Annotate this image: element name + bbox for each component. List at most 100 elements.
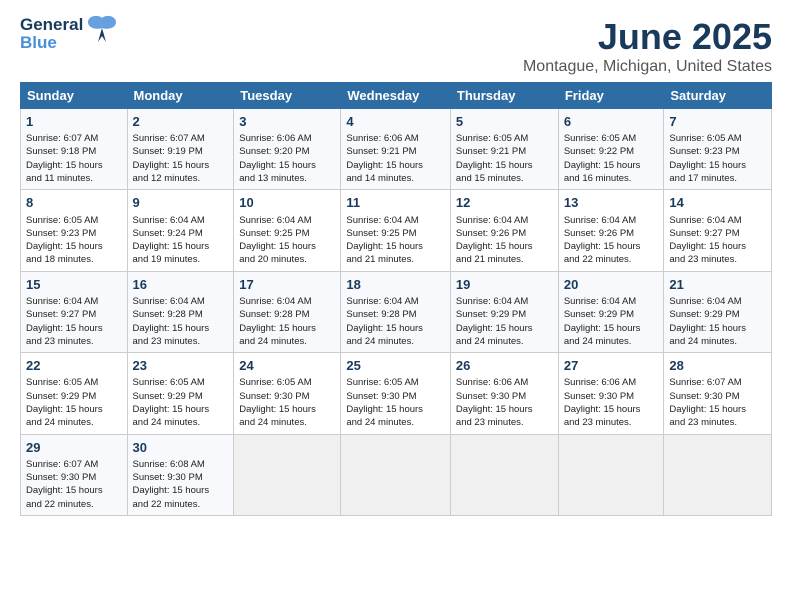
- calendar-cell: 19Sunrise: 6:04 AMSunset: 9:29 PMDayligh…: [450, 271, 558, 352]
- day-info-line: Sunset: 9:30 PM: [564, 390, 659, 403]
- day-number: 4: [346, 113, 445, 131]
- day-info-line: Daylight: 15 hours: [346, 240, 445, 253]
- calendar-week-3: 15Sunrise: 6:04 AMSunset: 9:27 PMDayligh…: [21, 271, 772, 352]
- day-number: 13: [564, 194, 659, 212]
- day-info-line: and 21 minutes.: [456, 253, 553, 266]
- day-number: 1: [26, 113, 122, 131]
- day-info-line: Sunrise: 6:04 AM: [346, 295, 445, 308]
- day-info-line: and 17 minutes.: [669, 172, 766, 185]
- day-info-line: and 23 minutes.: [26, 335, 122, 348]
- calendar-cell: 3Sunrise: 6:06 AMSunset: 9:20 PMDaylight…: [234, 109, 341, 190]
- day-number: 30: [133, 439, 229, 457]
- day-info-line: Sunset: 9:29 PM: [669, 308, 766, 321]
- day-info-line: Daylight: 15 hours: [669, 159, 766, 172]
- logo-line1: General: [20, 16, 83, 34]
- day-info-line: Daylight: 15 hours: [133, 159, 229, 172]
- day-info-line: and 18 minutes.: [26, 253, 122, 266]
- day-info-line: Daylight: 15 hours: [456, 322, 553, 335]
- day-info-line: Daylight: 15 hours: [456, 159, 553, 172]
- day-number: 7: [669, 113, 766, 131]
- day-info-line: Sunset: 9:20 PM: [239, 145, 335, 158]
- day-info-line: and 16 minutes.: [564, 172, 659, 185]
- day-info-line: Sunrise: 6:06 AM: [346, 132, 445, 145]
- day-info-line: Sunset: 9:27 PM: [669, 227, 766, 240]
- day-info-line: Sunset: 9:25 PM: [346, 227, 445, 240]
- calendar-cell: 27Sunrise: 6:06 AMSunset: 9:30 PMDayligh…: [558, 353, 664, 434]
- day-info-line: Daylight: 15 hours: [564, 159, 659, 172]
- day-info-line: Sunset: 9:27 PM: [26, 308, 122, 321]
- day-info-line: Daylight: 15 hours: [346, 159, 445, 172]
- day-info-line: Sunset: 9:21 PM: [456, 145, 553, 158]
- calendar-cell: 7Sunrise: 6:05 AMSunset: 9:23 PMDaylight…: [664, 109, 772, 190]
- calendar-cell: 9Sunrise: 6:04 AMSunset: 9:24 PMDaylight…: [127, 190, 234, 271]
- day-info-line: Sunrise: 6:07 AM: [26, 132, 122, 145]
- day-info-line: and 24 minutes.: [346, 416, 445, 429]
- day-number: 27: [564, 357, 659, 375]
- day-info-line: Sunrise: 6:08 AM: [133, 458, 229, 471]
- day-info-line: and 24 minutes.: [669, 335, 766, 348]
- subtitle: Montague, Michigan, United States: [523, 58, 772, 76]
- day-info-line: and 24 minutes.: [346, 335, 445, 348]
- day-info-line: Sunset: 9:23 PM: [669, 145, 766, 158]
- main-title: June 2025: [523, 16, 772, 58]
- day-info-line: Daylight: 15 hours: [456, 403, 553, 416]
- calendar-cell: 14Sunrise: 6:04 AMSunset: 9:27 PMDayligh…: [664, 190, 772, 271]
- day-info-line: Sunrise: 6:04 AM: [669, 214, 766, 227]
- day-info-line: Sunset: 9:28 PM: [346, 308, 445, 321]
- header-row: Sunday Monday Tuesday Wednesday Thursday…: [21, 83, 772, 109]
- day-info-line: and 19 minutes.: [133, 253, 229, 266]
- day-info-line: Sunset: 9:28 PM: [133, 308, 229, 321]
- col-saturday: Saturday: [664, 83, 772, 109]
- day-info-line: Sunrise: 6:05 AM: [346, 376, 445, 389]
- day-info-line: Sunset: 9:30 PM: [239, 390, 335, 403]
- calendar-week-1: 1Sunrise: 6:07 AMSunset: 9:18 PMDaylight…: [21, 109, 772, 190]
- day-info-line: and 20 minutes.: [239, 253, 335, 266]
- day-info-line: Daylight: 15 hours: [26, 240, 122, 253]
- calendar-cell: 12Sunrise: 6:04 AMSunset: 9:26 PMDayligh…: [450, 190, 558, 271]
- day-number: 8: [26, 194, 122, 212]
- day-info-line: and 22 minutes.: [133, 498, 229, 511]
- day-info-line: Sunset: 9:22 PM: [564, 145, 659, 158]
- day-info-line: Sunset: 9:23 PM: [26, 227, 122, 240]
- calendar-cell: 28Sunrise: 6:07 AMSunset: 9:30 PMDayligh…: [664, 353, 772, 434]
- logo: General Blue: [20, 16, 118, 52]
- calendar-cell: 6Sunrise: 6:05 AMSunset: 9:22 PMDaylight…: [558, 109, 664, 190]
- page: General Blue June 2025 Montague, Michiga…: [0, 0, 792, 612]
- day-info-line: Sunset: 9:30 PM: [456, 390, 553, 403]
- day-info-line: Daylight: 15 hours: [564, 240, 659, 253]
- calendar-cell: 16Sunrise: 6:04 AMSunset: 9:28 PMDayligh…: [127, 271, 234, 352]
- day-number: 12: [456, 194, 553, 212]
- day-info-line: Sunset: 9:24 PM: [133, 227, 229, 240]
- day-info-line: Sunrise: 6:07 AM: [133, 132, 229, 145]
- day-info-line: Sunset: 9:30 PM: [133, 471, 229, 484]
- day-info-line: Sunset: 9:25 PM: [239, 227, 335, 240]
- day-info-line: Daylight: 15 hours: [26, 484, 122, 497]
- day-info-line: Daylight: 15 hours: [239, 322, 335, 335]
- day-info-line: Sunrise: 6:04 AM: [564, 214, 659, 227]
- day-info-line: and 23 minutes.: [564, 416, 659, 429]
- day-info-line: and 24 minutes.: [564, 335, 659, 348]
- calendar-table: Sunday Monday Tuesday Wednesday Thursday…: [20, 82, 772, 516]
- day-info-line: Daylight: 15 hours: [133, 240, 229, 253]
- day-info-line: Sunrise: 6:05 AM: [564, 132, 659, 145]
- day-number: 24: [239, 357, 335, 375]
- day-info-line: Daylight: 15 hours: [26, 322, 122, 335]
- day-info-line: Sunrise: 6:04 AM: [133, 214, 229, 227]
- day-info-line: and 24 minutes.: [239, 335, 335, 348]
- day-info-line: Daylight: 15 hours: [669, 240, 766, 253]
- calendar-cell: 8Sunrise: 6:05 AMSunset: 9:23 PMDaylight…: [21, 190, 128, 271]
- day-info-line: Sunrise: 6:04 AM: [456, 214, 553, 227]
- calendar-cell: 21Sunrise: 6:04 AMSunset: 9:29 PMDayligh…: [664, 271, 772, 352]
- calendar-cell: 22Sunrise: 6:05 AMSunset: 9:29 PMDayligh…: [21, 353, 128, 434]
- day-info-line: Sunset: 9:29 PM: [133, 390, 229, 403]
- day-info-line: Sunrise: 6:05 AM: [456, 132, 553, 145]
- day-info-line: Sunrise: 6:04 AM: [456, 295, 553, 308]
- day-info-line: and 23 minutes.: [456, 416, 553, 429]
- day-info-line: Sunrise: 6:05 AM: [133, 376, 229, 389]
- calendar-cell: 25Sunrise: 6:05 AMSunset: 9:30 PMDayligh…: [341, 353, 451, 434]
- day-number: 28: [669, 357, 766, 375]
- calendar-cell: [450, 434, 558, 515]
- calendar-cell: 5Sunrise: 6:05 AMSunset: 9:21 PMDaylight…: [450, 109, 558, 190]
- calendar-cell: 2Sunrise: 6:07 AMSunset: 9:19 PMDaylight…: [127, 109, 234, 190]
- day-info-line: Daylight: 15 hours: [239, 159, 335, 172]
